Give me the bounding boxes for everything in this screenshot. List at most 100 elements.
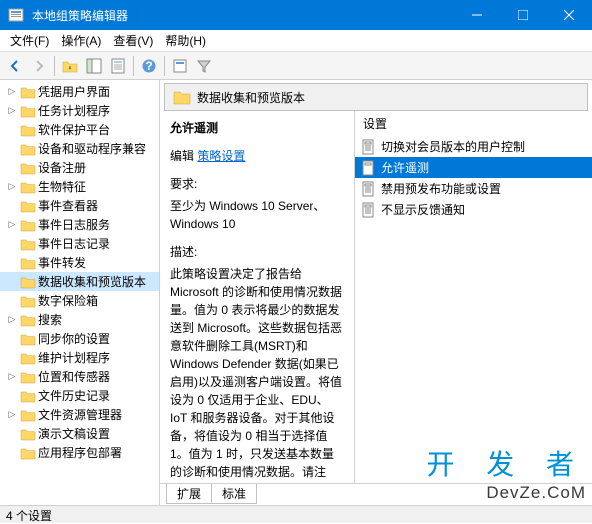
tree-item-label: 数字保险箱 — [38, 292, 98, 309]
tree-item[interactable]: ▷凭据用户界面 — [0, 82, 159, 101]
show-hide-tree-button[interactable] — [83, 55, 105, 77]
toolbar-separator — [164, 56, 165, 76]
folder-icon — [20, 255, 36, 271]
properties-button[interactable] — [107, 55, 129, 77]
expand-icon[interactable] — [6, 352, 18, 364]
tree-item[interactable]: 文件历史记录 — [0, 386, 159, 405]
expand-icon[interactable]: ▷ — [6, 371, 18, 383]
expand-icon[interactable] — [6, 162, 18, 174]
settings-list: 设置 切换对会员版本的用户控制允许遥测禁用预发布功能或设置不显示反馈通知 — [355, 111, 592, 483]
tree-item-label: 搜索 — [38, 311, 62, 328]
preview-pane: 允许遥测 编辑 策略设置 要求: 至少为 Windows 10 Server、W… — [160, 111, 355, 483]
expand-icon[interactable] — [6, 295, 18, 307]
policy-icon — [361, 160, 377, 176]
expand-icon[interactable]: ▷ — [6, 105, 18, 117]
back-button[interactable] — [4, 55, 26, 77]
tree-item-label: 位置和传感器 — [38, 368, 110, 385]
forward-button[interactable] — [28, 55, 50, 77]
menu-view[interactable]: 查看(V) — [107, 30, 159, 51]
requirements-label: 要求: — [170, 175, 344, 193]
tree-item[interactable]: 演示文稿设置 — [0, 424, 159, 443]
window-title: 本地组策略编辑器 — [32, 7, 454, 24]
tree-item[interactable]: 同步你的设置 — [0, 329, 159, 348]
tree-item[interactable]: 设备注册 — [0, 158, 159, 177]
tree-item[interactable]: ▷ 搜索 — [0, 310, 159, 329]
tree-item[interactable]: 事件转发 — [0, 253, 159, 272]
folder-icon — [20, 141, 36, 157]
help-button[interactable]: ? — [138, 55, 160, 77]
expand-icon[interactable] — [6, 333, 18, 345]
tree-item[interactable]: 设备和驱动程序兼容 — [0, 139, 159, 158]
description-text: 此策略设置决定了报告给 Microsoft 的诊断和使用情况数据量。值为 0 表… — [170, 265, 344, 483]
folder-icon — [20, 331, 36, 347]
expand-icon[interactable] — [6, 124, 18, 136]
setting-item[interactable]: 不显示反馈通知 — [355, 199, 592, 220]
folder-icon — [20, 160, 36, 176]
tree-item[interactable]: 应用程序包部署 — [0, 443, 159, 462]
expand-icon[interactable]: ▷ — [6, 181, 18, 193]
tree-item[interactable]: 数据收集和预览版本 — [0, 272, 159, 291]
filter-options-button[interactable] — [169, 55, 191, 77]
toolbar-separator — [133, 56, 134, 76]
menu-file[interactable]: 文件(F) — [4, 30, 55, 51]
expand-icon[interactable]: ▷ — [6, 409, 18, 421]
tree-item[interactable]: ▷ 位置和传感器 — [0, 367, 159, 386]
setting-item-label: 切换对会员版本的用户控制 — [381, 138, 525, 155]
expand-icon[interactable]: ▷ — [6, 86, 18, 98]
menu-action[interactable]: 操作(A) — [55, 30, 107, 51]
expand-icon[interactable] — [6, 143, 18, 155]
tree-item[interactable]: 事件日志记录 — [0, 234, 159, 253]
folder-icon — [20, 236, 36, 252]
title-bar: 本地组策略编辑器 — [0, 0, 592, 30]
tree-item-label: 任务计划程序 — [38, 102, 110, 119]
tree-item-label: 同步你的设置 — [38, 330, 110, 347]
folder-icon — [20, 179, 36, 195]
tree-item[interactable]: 事件查看器 — [0, 196, 159, 215]
expand-icon[interactable] — [6, 276, 18, 288]
folder-icon — [20, 122, 36, 138]
setting-item-label: 允许遥测 — [381, 159, 429, 176]
requirements-text: 至少为 Windows 10 Server、Windows 10 — [170, 197, 344, 233]
menu-bar: 文件(F) 操作(A) 查看(V) 帮助(H) — [0, 30, 592, 52]
folder-icon — [20, 445, 36, 461]
app-icon — [8, 7, 24, 23]
edit-policy-link[interactable]: 策略设置 — [197, 147, 245, 165]
expand-icon[interactable] — [6, 390, 18, 402]
expand-icon[interactable] — [6, 428, 18, 440]
up-button[interactable] — [59, 55, 81, 77]
settings-column-header[interactable]: 设置 — [355, 111, 592, 136]
tree-item-label: 软件保护平台 — [38, 121, 110, 138]
setting-item[interactable]: 切换对会员版本的用户控制 — [355, 136, 592, 157]
maximize-button[interactable] — [500, 0, 546, 30]
expand-icon[interactable] — [6, 200, 18, 212]
setting-item[interactable]: 禁用预发布功能或设置 — [355, 178, 592, 199]
filter-button[interactable] — [193, 55, 215, 77]
tree-item[interactable]: 维护计划程序 — [0, 348, 159, 367]
tree-item[interactable]: 软件保护平台 — [0, 120, 159, 139]
expand-icon[interactable] — [6, 257, 18, 269]
tree-item-label: 事件查看器 — [38, 197, 98, 214]
expand-icon[interactable] — [6, 238, 18, 250]
tree-pane[interactable]: ▷凭据用户界面▷任务计划程序软件保护平台设备和驱动程序兼容设备注册▷生物特征事件… — [0, 80, 160, 505]
tree-item[interactable]: ▷生物特征 — [0, 177, 159, 196]
folder-icon — [20, 350, 36, 366]
setting-item[interactable]: 允许遥测 — [355, 157, 592, 178]
tree-item[interactable]: ▷ 任务计划程序 — [0, 101, 159, 120]
view-tabs: 扩展 标准 — [160, 483, 592, 505]
expand-icon[interactable]: ▷ — [6, 219, 18, 231]
tree-item[interactable]: ▷事件日志服务 — [0, 215, 159, 234]
tab-extended[interactable]: 扩展 — [166, 484, 212, 504]
tree-item[interactable]: 数字保险箱 — [0, 291, 159, 310]
close-button[interactable] — [546, 0, 592, 30]
expand-icon[interactable] — [6, 447, 18, 459]
expand-icon[interactable]: ▷ — [6, 314, 18, 326]
folder-icon — [20, 388, 36, 404]
tree-item-label: 设备和驱动程序兼容 — [38, 140, 146, 157]
menu-help[interactable]: 帮助(H) — [159, 30, 212, 51]
tree-item[interactable]: ▷文件资源管理器 — [0, 405, 159, 424]
policy-icon — [361, 139, 377, 155]
tab-standard[interactable]: 标准 — [211, 484, 257, 504]
minimize-button[interactable] — [454, 0, 500, 30]
folder-icon — [20, 293, 36, 309]
details-header: 数据收集和预览版本 — [164, 83, 588, 111]
